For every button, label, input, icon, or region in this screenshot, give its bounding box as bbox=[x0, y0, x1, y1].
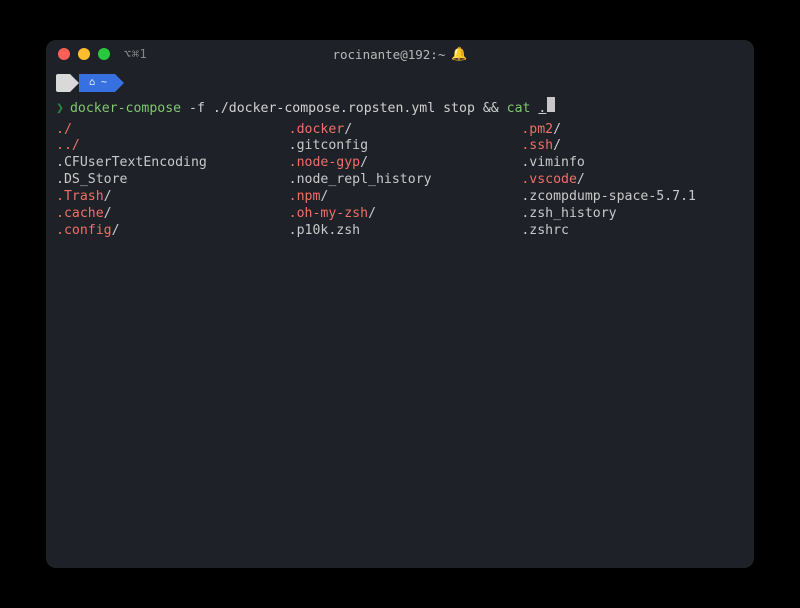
cmd-operator: && bbox=[483, 101, 499, 118]
list-item[interactable]: .ssh/ bbox=[521, 138, 744, 155]
window-controls bbox=[58, 48, 110, 60]
cmd-typed: . bbox=[538, 101, 546, 118]
file-name: .DS_Store bbox=[56, 172, 127, 187]
cmd-flag: -f bbox=[181, 101, 213, 118]
file-name: .node_repl_history bbox=[289, 172, 432, 187]
slash: / bbox=[104, 189, 112, 204]
tab-shortcut-label: ⌥⌘1 bbox=[124, 47, 147, 61]
directory-name: .vscode bbox=[521, 172, 577, 187]
list-item[interactable]: .Trash/ bbox=[56, 189, 279, 206]
completion-listing: ./../.CFUserTextEncoding.DS_Store.Trash/… bbox=[56, 122, 744, 240]
titlebar: ⌥⌘1 rocinante@192:~ 🔔 bbox=[46, 40, 754, 68]
slash: / bbox=[360, 155, 368, 170]
cmd-arg: ./docker-compose.ropsten.yml stop bbox=[213, 101, 483, 118]
list-item[interactable]: .p10k.zsh bbox=[289, 223, 512, 240]
apple-segment bbox=[56, 74, 70, 92]
cursor-icon bbox=[547, 97, 555, 112]
home-icon: ⌂ ~ bbox=[89, 77, 107, 90]
close-icon[interactable] bbox=[58, 48, 70, 60]
list-item[interactable]: .gitconfig bbox=[289, 138, 512, 155]
cmd-cat: cat bbox=[499, 101, 539, 118]
file-name: .CFUserTextEncoding bbox=[56, 155, 207, 170]
list-item[interactable]: .CFUserTextEncoding bbox=[56, 155, 279, 172]
listing-col-1: ./../.CFUserTextEncoding.DS_Store.Trash/… bbox=[56, 122, 279, 240]
slash: / bbox=[553, 138, 561, 153]
directory-name: .oh-my-zsh bbox=[289, 206, 368, 221]
directory-name: .npm bbox=[289, 189, 321, 204]
bell-icon: 🔔 bbox=[451, 47, 467, 62]
list-item[interactable]: .config/ bbox=[56, 223, 279, 240]
file-name: .zshrc bbox=[521, 223, 569, 238]
directory-name: .config bbox=[56, 223, 112, 238]
list-item[interactable]: .zcompdump-space-5.7.1 bbox=[521, 189, 744, 206]
slash: / bbox=[104, 206, 112, 221]
slash: / bbox=[320, 189, 328, 204]
terminal-window: ⌥⌘1 rocinante@192:~ 🔔 ⌂ ~ ❯ docker-compo… bbox=[46, 40, 754, 568]
file-name: .gitconfig bbox=[289, 138, 368, 153]
directory-name: .node-gyp bbox=[289, 155, 360, 170]
file-name: .zsh_history bbox=[521, 206, 616, 221]
minimize-icon[interactable] bbox=[78, 48, 90, 60]
list-item[interactable]: ./ bbox=[56, 122, 279, 139]
slash: / bbox=[577, 172, 585, 187]
list-item[interactable]: .vscode/ bbox=[521, 172, 744, 189]
slash: / bbox=[344, 122, 352, 137]
list-item[interactable]: .zsh_history bbox=[521, 206, 744, 223]
list-item[interactable]: .pm2/ bbox=[521, 122, 744, 139]
file-name: .p10k.zsh bbox=[289, 223, 360, 238]
file-name: .zcompdump-space-5.7.1 bbox=[521, 189, 696, 204]
list-item[interactable]: .node-gyp/ bbox=[289, 155, 512, 172]
list-item[interactable]: .npm/ bbox=[289, 189, 512, 206]
list-item[interactable]: .node_repl_history bbox=[289, 172, 512, 189]
directory-name: .pm2 bbox=[521, 122, 553, 137]
title-text: rocinante@192:~ bbox=[332, 47, 445, 62]
list-item[interactable]: .oh-my-zsh/ bbox=[289, 206, 512, 223]
directory-name: ./ bbox=[56, 122, 72, 137]
directory-name: .docker bbox=[289, 122, 345, 137]
directory-name: ../ bbox=[56, 138, 80, 153]
directory-name: .cache bbox=[56, 206, 104, 221]
directory-name: .ssh bbox=[521, 138, 553, 153]
prompt-breadcrumb: ⌂ ~ bbox=[56, 72, 744, 94]
command-line[interactable]: ❯ docker-compose -f ./docker-compose.rop… bbox=[56, 97, 744, 118]
list-item[interactable]: .cache/ bbox=[56, 206, 279, 223]
terminal-content[interactable]: ⌂ ~ ❯ docker-compose -f ./docker-compose… bbox=[46, 68, 754, 568]
slash: / bbox=[368, 206, 376, 221]
slash: / bbox=[553, 122, 561, 137]
list-item[interactable]: .docker/ bbox=[289, 122, 512, 139]
list-item[interactable]: .DS_Store bbox=[56, 172, 279, 189]
directory-name: .Trash bbox=[56, 189, 104, 204]
list-item[interactable]: .viminfo bbox=[521, 155, 744, 172]
window-title: rocinante@192:~ 🔔 bbox=[332, 47, 467, 62]
zoom-icon[interactable] bbox=[98, 48, 110, 60]
home-segment: ⌂ ~ bbox=[79, 74, 115, 92]
list-item[interactable]: .zshrc bbox=[521, 223, 744, 240]
listing-col-2: .docker/.gitconfig.node-gyp/.node_repl_h… bbox=[289, 122, 512, 240]
listing-col-3: .pm2/.ssh/.viminfo.vscode/.zcompdump-spa… bbox=[521, 122, 744, 240]
list-item[interactable]: ../ bbox=[56, 138, 279, 155]
slash: / bbox=[112, 223, 120, 238]
prompt-chevron-icon: ❯ bbox=[56, 101, 64, 118]
file-name: .viminfo bbox=[521, 155, 585, 170]
cmd-docker-compose: docker-compose bbox=[70, 101, 181, 118]
